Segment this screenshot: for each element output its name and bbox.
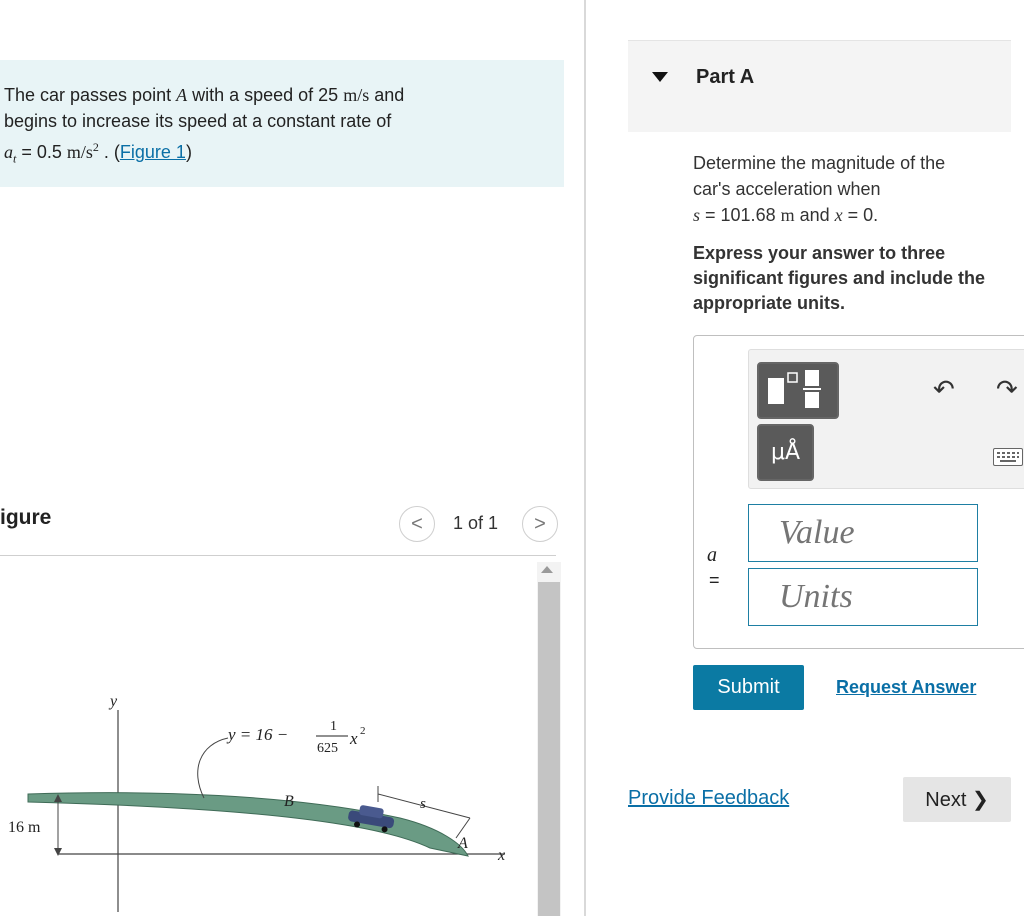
part-a-title: Part A bbox=[696, 66, 755, 88]
answer-variable: a bbox=[707, 544, 717, 566]
question-x-symbol: x bbox=[834, 205, 843, 225]
figure-a-label: A bbox=[457, 835, 468, 852]
problem-text-4: begins to increase its speed at a consta… bbox=[4, 111, 392, 131]
question-s-unit: m bbox=[780, 205, 795, 225]
at-unit: m/s bbox=[66, 142, 93, 162]
figure-link-suffix: ) bbox=[185, 142, 192, 162]
figure-equation-exponent: 2 bbox=[360, 725, 366, 737]
question-and: and bbox=[794, 205, 835, 225]
request-answer-link[interactable]: Request Answer bbox=[836, 677, 976, 698]
speed-unit: m/s bbox=[343, 85, 370, 105]
at-value: = 0.5 bbox=[16, 142, 67, 162]
next-button[interactable]: Next ❯ bbox=[903, 777, 1011, 822]
panel-divider bbox=[584, 0, 586, 916]
problem-text-1: The car passes point bbox=[4, 85, 177, 105]
answer-instructions: Express your answer to three significant… bbox=[693, 243, 986, 313]
figure-link-prefix: . ( bbox=[98, 142, 120, 162]
collapse-caret-icon[interactable] bbox=[652, 72, 668, 82]
figure-fraction-denominator: 625 bbox=[317, 741, 338, 756]
templates-button[interactable] bbox=[757, 362, 839, 419]
part-a-header[interactable] bbox=[628, 40, 1011, 132]
problem-text-3: and bbox=[369, 85, 405, 105]
question-s-symbol: s bbox=[693, 205, 701, 225]
figure-b-label: B bbox=[284, 793, 294, 810]
point-a-symbol: A bbox=[176, 85, 188, 105]
question-line-2: car's acceleration when bbox=[693, 179, 881, 199]
question-text: Determine the magnitude of the car's acc… bbox=[693, 150, 1003, 228]
height-arrow-bottom bbox=[54, 848, 62, 856]
figure-equation-rhs: x bbox=[349, 729, 358, 748]
redo-icon[interactable]: ↷ bbox=[996, 374, 1018, 405]
figure-panel-title: igure bbox=[0, 506, 52, 529]
question-s-value: = 101.68 bbox=[700, 205, 781, 225]
road-curve bbox=[27, 792, 469, 857]
figure-y-label: y bbox=[108, 693, 118, 710]
units-button[interactable]: μÅ bbox=[757, 424, 814, 481]
figure-fraction-numerator: 1 bbox=[330, 719, 337, 734]
figure-prev-button[interactable]: < bbox=[399, 506, 435, 542]
scroll-up-icon[interactable] bbox=[541, 566, 553, 573]
question-line-1: Determine the magnitude of the bbox=[693, 153, 946, 173]
question-x-value: = 0. bbox=[842, 205, 879, 225]
figure-header-divider bbox=[0, 555, 556, 556]
keyboard-icon[interactable] bbox=[993, 448, 1023, 466]
figure-1-link[interactable]: Figure 1 bbox=[120, 142, 186, 162]
figure-equation-lhs: y = 16 − bbox=[226, 725, 288, 744]
figure-1-diagram: y x y = 16 − 1 625 x 2 B A s 16 m bbox=[8, 693, 505, 912]
value-input[interactable] bbox=[748, 504, 978, 562]
provide-feedback-link[interactable]: Provide Feedback bbox=[628, 787, 789, 810]
figure-scrollbar-thumb[interactable] bbox=[538, 582, 560, 916]
problem-text-2: with a speed of 25 bbox=[187, 85, 344, 105]
submit-button[interactable]: Submit bbox=[693, 665, 804, 710]
problem-statement: The car passes point A with a speed of 2… bbox=[4, 82, 544, 172]
equation-leader bbox=[197, 737, 229, 799]
at-symbol: a bbox=[4, 142, 13, 162]
undo-icon[interactable]: ↶ bbox=[933, 374, 955, 405]
figure-x-label: x bbox=[497, 847, 505, 864]
units-input[interactable] bbox=[748, 568, 978, 626]
figure-s-label: s bbox=[420, 796, 426, 812]
figure-next-button[interactable]: > bbox=[522, 506, 558, 542]
figure-height-label: 16 m bbox=[8, 819, 41, 836]
figure-counter: 1 of 1 bbox=[453, 513, 499, 533]
answer-equals: = bbox=[709, 570, 720, 590]
templates-icon bbox=[768, 370, 821, 408]
